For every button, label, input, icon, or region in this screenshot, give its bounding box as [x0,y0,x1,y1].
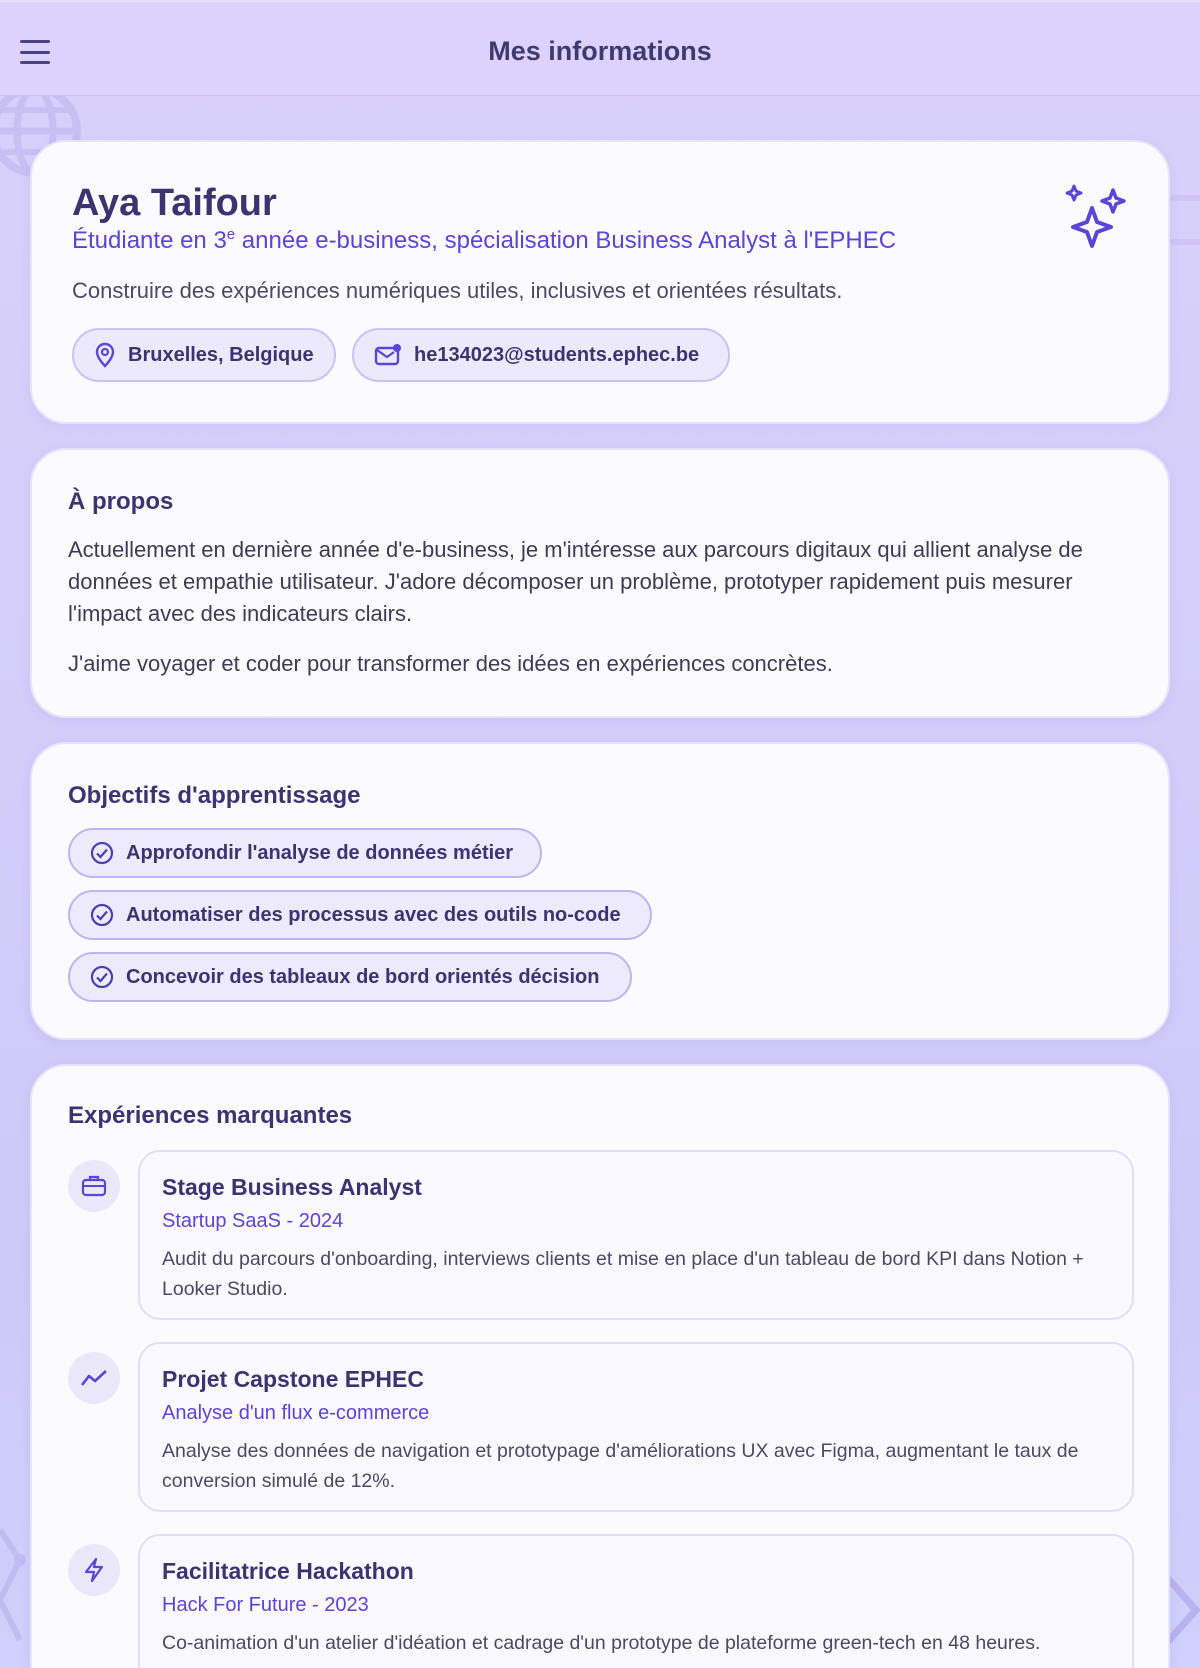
experience-description: Audit du parcours d'onboarding, intervie… [162,1248,1084,1300]
about-title: À propos [68,488,174,515]
experience-title: Facilitatrice Hackathon [162,1558,414,1584]
subtitle-part-1: Étudiante en 3 [72,227,227,254]
bracket-decoration-icon [1168,195,1200,245]
experience-subtitle: Analyse d'un flux e-commerce [162,1402,430,1424]
experiences-title: Expériences marquantes [68,1102,353,1129]
experiences-card: Expériences marquantes Stage Business An… [30,1064,1170,1668]
about-card: À propos Actuellement en dernière année … [30,448,1170,718]
sparkles-icon [1065,184,1126,248]
location-chip: Bruxelles, Belgique [72,328,336,382]
email-text[interactable]: he134023@students.ephec.be [414,344,699,367]
experience-subtitle: Startup SaaS - 2024 [162,1210,344,1232]
goal-chip: Approfondir l'analyse de données métier [68,828,542,878]
experience-title: Projet Capstone EPHEC [162,1366,424,1392]
map-pin-icon [95,342,115,368]
goal-text: Automatiser des processus avec des outil… [126,903,621,926]
subtitle-superscript: e [226,226,236,243]
location-text: Bruxelles, Belgique [128,343,314,366]
learning-goals-card: Objectifs d'apprentissage Approfondir l'… [30,742,1170,1040]
about-paragraph-1: Actuellement en dernière année d'e-busin… [68,537,1083,626]
email-chip[interactable]: he134023@students.ephec.be [352,328,730,382]
about-paragraph-2: J'aime voyager et coder pour transformer… [68,651,833,676]
experience-description: Analyse des données de navigation et pro… [162,1440,1079,1492]
goal-text: Concevoir des tableaux de bord orientés … [126,965,600,988]
profile-card: Aya Taifour Étudiante en 3e année e-busi… [30,140,1170,424]
experience-item: Facilitatrice Hackathon Hack For Future … [138,1534,1134,1668]
briefcase-icon [68,1160,120,1212]
goals-title: Objectifs d'apprentissage [68,782,361,809]
subtitle-part-2: année e-business, spécialisation Busines… [235,227,897,254]
profile-subtitle: Étudiante en 3e année e-business, spécia… [72,226,896,255]
lightning-icon [68,1544,120,1596]
top-app-bar: Mes informations [0,0,1200,96]
experience-title: Stage Business Analyst [162,1174,422,1200]
profile-tagline: Construire des expériences numériques ut… [72,278,843,303]
goal-text: Approfondir l'analyse de données métier [126,841,514,864]
experience-subtitle: Hack For Future - 2023 [162,1594,369,1616]
experience-item: Projet Capstone EPHEC Analyse d'un flux … [138,1342,1134,1512]
page-title: Mes informations [488,36,712,66]
check-circle-icon [90,903,114,927]
profile-name: Aya Taifour [72,182,277,224]
goal-chip: Concevoir des tableaux de bord orientés … [68,952,632,1002]
mail-icon [374,344,401,366]
goal-chip: Automatiser des processus avec des outil… [68,890,652,940]
check-circle-icon [90,965,114,989]
check-circle-icon [90,841,114,865]
experience-description: Co-animation d'un atelier d'idéation et … [162,1632,1041,1654]
trend-line-icon [68,1352,120,1404]
experience-item: Stage Business Analyst Startup SaaS - 20… [138,1150,1134,1320]
